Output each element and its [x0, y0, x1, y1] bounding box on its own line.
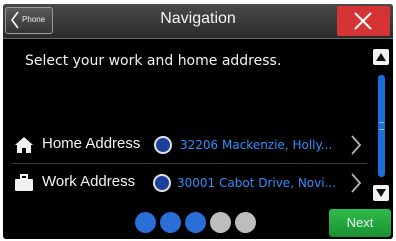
- home-address-radio[interactable]: [154, 136, 172, 154]
- scroll-up-button[interactable]: [373, 49, 389, 65]
- back-button[interactable]: Phone: [5, 7, 53, 34]
- home-address-label: Home Address: [42, 135, 141, 152]
- page-dot: [135, 212, 156, 233]
- home-address-row[interactable]: Home Address 32206 Mackenzie, Holly...: [12, 130, 367, 164]
- scrollbar-grip: [379, 122, 384, 130]
- home-address-value: 32206 Mackenzie, Holly...: [180, 138, 333, 152]
- work-address-row[interactable]: Work Address 30001 Cabot Drive, Novi...: [12, 168, 367, 198]
- page-dot: [185, 212, 206, 233]
- work-address-value: 30001 Cabot Drive, Novi...: [177, 176, 337, 190]
- home-icon: [15, 137, 33, 153]
- arrow-up-icon: [376, 53, 386, 61]
- work-address-label: Work Address: [42, 173, 136, 190]
- page-title: Navigation: [160, 10, 236, 27]
- chevron-right-icon[interactable]: [349, 172, 363, 194]
- header-bar: Phone Navigation: [3, 4, 393, 39]
- work-address-radio[interactable]: [153, 174, 171, 192]
- back-button-label: Phone: [22, 15, 46, 24]
- close-button[interactable]: [337, 6, 390, 36]
- close-icon: [354, 12, 372, 30]
- briefcase-icon: [15, 174, 33, 191]
- page-dot: [210, 212, 231, 233]
- navigation-screen: Phone Navigation Select your work and ho…: [3, 4, 393, 239]
- row-divider: [12, 163, 367, 164]
- next-button[interactable]: Next: [329, 209, 391, 237]
- page-dot: [160, 212, 181, 233]
- chevron-right-icon[interactable]: [349, 134, 363, 156]
- instruction-text: Select your work and home address.: [25, 53, 282, 69]
- page-dot: [235, 212, 256, 233]
- chevron-left-icon: [11, 11, 19, 29]
- scroll-down-button[interactable]: [373, 185, 389, 201]
- arrow-down-icon: [376, 189, 386, 197]
